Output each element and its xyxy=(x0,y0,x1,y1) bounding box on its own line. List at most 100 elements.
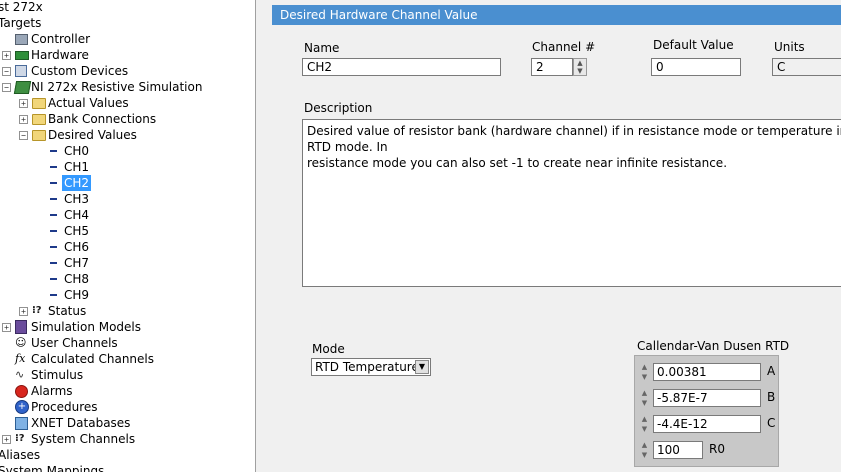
expand-icon[interactable]: + xyxy=(19,115,28,124)
tree-item[interactable]: CH5 xyxy=(0,223,255,239)
wave-icon: ∿ xyxy=(15,368,25,381)
tree-item[interactable]: CH8 xyxy=(0,271,255,287)
tree-item[interactable]: Targets xyxy=(0,15,255,31)
spin-stepper-icon[interactable]: ▲ ▼ xyxy=(639,414,650,434)
cvd-param-label: B xyxy=(767,390,776,404)
mode-label: Mode xyxy=(312,342,345,356)
tree-item[interactable]: CH7 xyxy=(0,255,255,271)
status-icon: ⁝? xyxy=(15,433,25,444)
spin-stepper-icon[interactable]: ▲ ▼ xyxy=(639,388,650,408)
tree-item-label: NI 272x Resistive Simulation xyxy=(31,80,203,94)
channel-icon xyxy=(50,262,57,264)
tree-item-label: Simulation Models xyxy=(31,320,142,334)
mode-select[interactable]: RTD Temperature ▼ xyxy=(311,358,431,376)
tree-item[interactable]: fx Calculated Channels xyxy=(0,351,255,367)
cvd-value-field[interactable]: -4.4E-12 xyxy=(653,415,761,433)
expand-icon[interactable]: + xyxy=(19,307,28,316)
collapse-icon[interactable]: − xyxy=(2,67,11,76)
tree-item[interactable]: System Mappings xyxy=(0,463,255,472)
channel-field[interactable]: 2 xyxy=(531,58,573,76)
tree-item[interactable]: CH2 xyxy=(0,175,255,191)
tree-item[interactable]: − Custom Devices xyxy=(0,63,255,79)
tree-item[interactable]: Alarms xyxy=(0,383,255,399)
tree-item[interactable]: + Actual Values xyxy=(0,95,255,111)
cvd-value-field[interactable]: 100 xyxy=(653,441,703,459)
tree-item[interactable]: st 272x xyxy=(0,0,255,15)
tree-item[interactable]: + Procedures xyxy=(0,399,255,415)
tree-item-label: XNET Databases xyxy=(31,416,131,430)
channel-icon xyxy=(50,230,57,232)
tree-item[interactable]: + Hardware xyxy=(0,47,255,63)
cvd-parameter-row: ▲ ▼ -4.4E-12 C xyxy=(639,414,775,434)
channel-icon xyxy=(50,214,57,216)
channel-stepper[interactable]: ▲ ▼ xyxy=(573,58,587,76)
cvd-value-field[interactable]: 0.00381 xyxy=(653,363,761,381)
tree-item-label: CH2 xyxy=(62,175,92,191)
tree-item[interactable]: CH0 xyxy=(0,143,255,159)
units-field[interactable]: C xyxy=(772,58,841,76)
models-icon xyxy=(15,320,27,334)
tree-item-label: Bank Connections xyxy=(48,112,157,126)
spin-down-icon[interactable]: ▼ xyxy=(574,67,586,75)
cvd-param-label: C xyxy=(767,416,776,430)
tree-item[interactable]: − NI 272x Resistive Simulation xyxy=(0,79,255,95)
procedure-icon: + xyxy=(15,400,29,414)
tree-item[interactable]: + Bank Connections xyxy=(0,111,255,127)
expand-icon[interactable]: + xyxy=(2,435,11,444)
tree-item[interactable]: CH6 xyxy=(0,239,255,255)
tree-item[interactable]: CH1 xyxy=(0,159,255,175)
tree-item-label: Desired Values xyxy=(48,128,137,142)
tree-item-label: CH3 xyxy=(64,192,90,206)
default-value-field[interactable]: 0 xyxy=(651,58,741,76)
expand-icon[interactable]: + xyxy=(19,99,28,108)
tree-item-label: Controller xyxy=(31,32,91,46)
tree-item-label: Calculated Channels xyxy=(31,352,154,366)
tree-item[interactable]: + ⁝? Status xyxy=(0,303,255,319)
tree-item-label: Actual Values xyxy=(48,96,129,110)
channel-icon xyxy=(50,150,57,152)
tree-item-label: System Mappings xyxy=(0,464,105,472)
spin-stepper-icon[interactable]: ▲ ▼ xyxy=(639,362,650,382)
spin-stepper-icon[interactable]: ▲ ▼ xyxy=(639,440,650,460)
tree-item-label: Targets xyxy=(0,16,42,30)
cvd-param-label: R0 xyxy=(709,442,725,456)
board-icon xyxy=(13,81,32,94)
tree-item[interactable]: CH9 xyxy=(0,287,255,303)
controller-icon xyxy=(15,34,28,45)
properties-pane: Desired Hardware Channel Value Name CH2 … xyxy=(256,0,841,472)
expand-icon[interactable]: + xyxy=(2,323,11,332)
tree-item[interactable]: ∿ Stimulus xyxy=(0,367,255,383)
tree-item-label: CH8 xyxy=(64,272,90,286)
dropdown-arrow-icon[interactable]: ▼ xyxy=(415,360,429,374)
folder-icon xyxy=(32,98,46,109)
tree-item-label: Stimulus xyxy=(31,368,84,382)
tree-item-label: CH5 xyxy=(64,224,90,238)
expand-icon[interactable]: + xyxy=(2,51,11,60)
channel-icon xyxy=(50,166,57,168)
description-field[interactable]: Desired value of resistor bank (hardware… xyxy=(302,119,841,287)
system-explorer-tree[interactable]: st 272x Targets Controller + Hardware − Custom… xyxy=(0,0,256,472)
tree-item[interactable]: Aliases xyxy=(0,447,255,463)
tree-item[interactable]: XNET Databases xyxy=(0,415,255,431)
name-field[interactable]: CH2 xyxy=(302,58,501,76)
cvd-param-label: A xyxy=(767,364,776,378)
units-label: Units xyxy=(774,40,805,54)
tree-item-label: CH4 xyxy=(64,208,90,222)
xnet-icon xyxy=(15,417,28,430)
channel-label: Channel # xyxy=(532,40,596,54)
collapse-icon[interactable]: − xyxy=(19,131,28,140)
tree-item-label: User Channels xyxy=(31,336,118,350)
spin-up-icon[interactable]: ▲ xyxy=(574,59,586,67)
channel-icon xyxy=(50,198,57,200)
tree-item[interactable]: CH4 xyxy=(0,207,255,223)
collapse-icon[interactable]: − xyxy=(2,83,11,92)
cvd-value-field[interactable]: -5.87E-7 xyxy=(653,389,761,407)
tree-item[interactable]: ☺ User Channels xyxy=(0,335,255,351)
tree-item[interactable]: + Simulation Models xyxy=(0,319,255,335)
tree-item[interactable]: CH3 xyxy=(0,191,255,207)
cvd-parameter-row: ▲ ▼ 0.00381 A xyxy=(639,362,775,382)
tree-item-label: Procedures xyxy=(31,400,98,414)
tree-item[interactable]: − Desired Values xyxy=(0,127,255,143)
tree-item[interactable]: Controller xyxy=(0,31,255,47)
tree-item[interactable]: + ⁝? System Channels xyxy=(0,431,255,447)
